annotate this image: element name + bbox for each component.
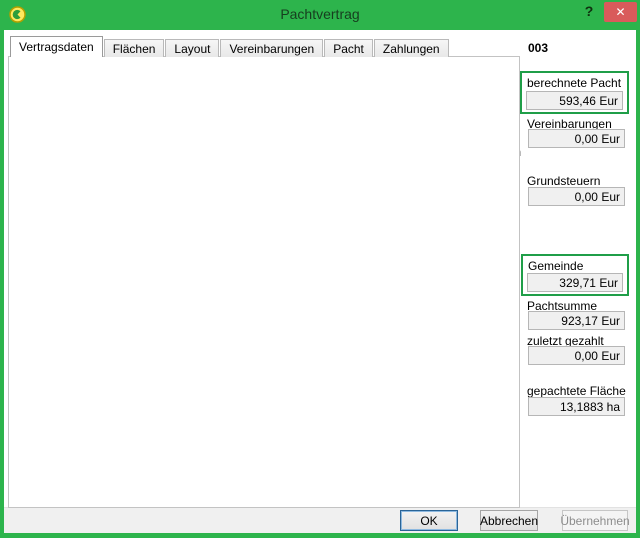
- close-button[interactable]: ✕: [604, 2, 637, 22]
- gemeinde-highlight: Gemeinde 329,71 Eur: [521, 254, 629, 296]
- tab-zahlungen[interactable]: Zahlungen: [374, 39, 449, 57]
- tab-pacht[interactable]: Pacht: [324, 39, 373, 57]
- tab-page: [8, 56, 520, 508]
- grundsteuern-label: Grundsteuern: [527, 175, 600, 187]
- grundsteuern-field: 0,00 Eur: [528, 187, 625, 206]
- record-number: 003: [528, 42, 548, 54]
- gepachtete-flaeche-field: 13,1883 ha: [528, 397, 625, 416]
- pachtvertrag-window: Pachtvertrag ? ✕ Vertragsdaten Flächen L…: [0, 0, 640, 538]
- titlebar: Pachtvertrag ? ✕: [0, 0, 640, 30]
- tab-vereinbarungen[interactable]: Vereinbarungen: [220, 39, 323, 57]
- uebernehmen-button[interactable]: Übernehmen: [562, 510, 628, 531]
- zuletzt-gezahlt-field: 0,00 Eur: [528, 346, 625, 365]
- ok-button[interactable]: OK: [400, 510, 458, 531]
- help-button[interactable]: ?: [580, 3, 598, 23]
- tab-vertragsdaten[interactable]: Vertragsdaten: [10, 36, 103, 57]
- close-icon: ✕: [615, 5, 625, 19]
- tab-layout[interactable]: Layout: [165, 39, 219, 57]
- berechnete-pacht-highlight: berechnete Pacht 593,46 Eur: [520, 71, 629, 114]
- berechnete-pacht-label: berechnete Pacht: [527, 77, 621, 89]
- vereinbarungen-field: 0,00 Eur: [528, 129, 625, 148]
- pachtsumme-field: 923,17 Eur: [528, 311, 625, 330]
- gemeinde-label: Gemeinde: [528, 260, 583, 272]
- tab-bar: Vertragsdaten Flächen Layout Vereinbarun…: [10, 36, 450, 57]
- window-title: Pachtvertrag: [0, 6, 640, 22]
- gepachtete-flaeche-label: gepachtete Fläche: [527, 385, 626, 397]
- abbrechen-button[interactable]: Abbrechen: [480, 510, 538, 531]
- dialog-client-area: Vertragsdaten Flächen Layout Vereinbarun…: [4, 30, 636, 533]
- footer-bar: [4, 507, 636, 533]
- gemeinde-field: 329,71 Eur: [527, 273, 623, 292]
- tab-flaechen[interactable]: Flächen: [104, 39, 165, 57]
- berechnete-pacht-field: 593,46 Eur: [526, 91, 623, 110]
